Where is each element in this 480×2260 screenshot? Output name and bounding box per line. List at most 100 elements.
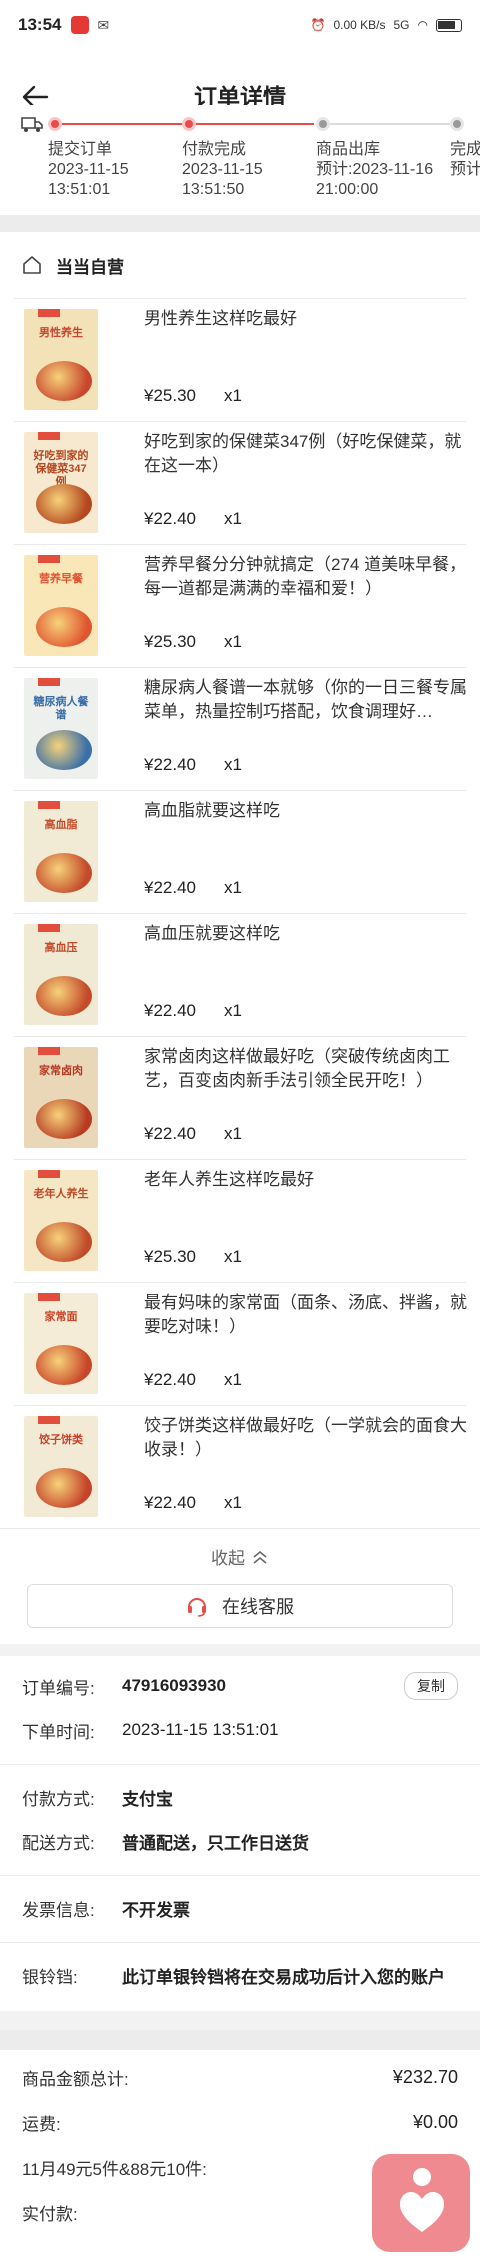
step-date: 预计:2023-11-16 — [316, 161, 434, 178]
item-title[interactable]: 营养早餐分分钟就搞定（274 道美味早餐，每一道都是满满的幸福和爱！） — [144, 553, 468, 601]
order-item[interactable]: 老年人养生 老年人养生这样吃最好 ¥25.30 x1 — [14, 1159, 466, 1282]
step-submit: 提交订单 2023-11-15 13:51:01 — [48, 140, 129, 200]
book-cover[interactable]: 好吃到家的保健菜347例 — [24, 432, 98, 533]
item-title[interactable]: 家常卤肉这样做最好吃（突破传统卤肉工艺，百变卤肉新手法引领全民开吃！） — [144, 1045, 468, 1093]
cover-tag — [38, 1416, 60, 1424]
cover-food-image — [36, 1468, 92, 1508]
progress-line-done — [196, 123, 314, 125]
cover-food-image — [36, 484, 92, 524]
item-title[interactable]: 高血压就要这样吃 — [144, 922, 468, 946]
cover-tag — [38, 309, 60, 317]
step-label: 提交订单 — [48, 141, 113, 158]
step-dot-done — [182, 117, 196, 131]
order-item[interactable]: 高血脂 高血脂就要这样吃 ¥22.40 x1 — [14, 790, 466, 913]
order-item[interactable]: 高血压 高血压就要这样吃 ¥22.40 x1 — [14, 913, 466, 1036]
item-title[interactable]: 老年人养生这样吃最好 — [144, 1168, 468, 1192]
cover-title: 老年人养生 — [33, 1188, 89, 1200]
floating-assistant-button[interactable] — [372, 2154, 470, 2252]
cover-food-image — [36, 1099, 92, 1139]
order-time: 2023-11-15 13:51:01 — [122, 1720, 279, 1739]
item-quantity: x1 — [224, 1124, 242, 1143]
item-title[interactable]: 男性养生这样吃最好 — [144, 307, 468, 331]
step-shipped: 商品出库 预计:2023-11-16 21:00:00 — [316, 140, 433, 200]
divider — [0, 1764, 480, 1765]
section-divider — [0, 215, 480, 232]
book-cover[interactable]: 老年人养生 — [24, 1170, 98, 1271]
headset-icon — [188, 1598, 206, 1617]
item-price: ¥25.30 — [144, 386, 196, 405]
shop-header[interactable]: 当当自营 — [0, 232, 480, 298]
cover-food-image — [36, 730, 92, 770]
order-time-label: 下单时间: — [22, 1722, 95, 1742]
book-cover[interactable]: 高血脂 — [24, 801, 98, 902]
item-quantity: x1 — [224, 755, 242, 774]
divider — [0, 1875, 480, 1876]
silver-bell-row: 银铃铛: 此订单银铃铛将在交易成功后计入您的账户 — [0, 1953, 480, 1997]
payment-value: 支付宝 — [122, 1789, 173, 1809]
delivery-row: 配送方式: 普通配送，只工作日送货 — [0, 1819, 480, 1863]
item-price: ¥25.30 — [144, 1247, 196, 1266]
step-dot-pending — [316, 117, 330, 131]
cover-tag — [38, 801, 60, 809]
truck-icon — [21, 117, 43, 132]
app-notification-icon — [71, 16, 90, 34]
cover-title: 家常卤肉 — [39, 1065, 83, 1077]
home-icon — [23, 256, 41, 274]
order-item[interactable]: 饺子饼类 饺子饼类这样做最好吃（一学就会的面食大收录！） ¥22.40 x1 — [14, 1405, 468, 1528]
invoice-value: 不开发票 — [122, 1900, 190, 1920]
order-time-row: 下单时间: 2023-11-15 13:51:01 — [0, 1708, 480, 1752]
section-divider — [0, 2030, 480, 2050]
goods-total-row: 商品金额总计: ¥232.70 — [0, 2055, 480, 2100]
item-title[interactable]: 高血脂就要这样吃 — [144, 799, 468, 823]
step-label: 完成 — [450, 141, 480, 158]
step-time: 13:51:50 — [182, 181, 245, 198]
freight-value: ¥0.00 — [412, 2112, 458, 2132]
item-quantity: x1 — [224, 632, 242, 651]
book-cover[interactable]: 男性养生 — [24, 309, 98, 410]
book-cover[interactable]: 糖尿病人餐谱 — [24, 678, 98, 779]
cover-tag — [38, 555, 60, 563]
goods-total-value: ¥232.70 — [392, 2067, 458, 2087]
cover-title: 营养早餐 — [39, 573, 83, 585]
progress-line-done — [56, 123, 190, 125]
silver-bell-value: 此订单银铃铛将在交易成功后计入您的账户 — [122, 1967, 445, 1987]
delivery-label: 配送方式: — [22, 1833, 95, 1853]
order-item[interactable]: 营养早餐 营养早餐分分钟就搞定（274 道美味早餐，每一道都是满满的幸福和爱！） ¥… — [14, 544, 466, 667]
book-cover[interactable]: 高血压 — [24, 924, 98, 1025]
item-price: ¥22.40 — [144, 1124, 196, 1143]
copy-button[interactable]: 复制 — [404, 1672, 458, 1700]
step-time: 21:00:00 — [316, 181, 379, 198]
network-label: 5G — [393, 18, 410, 32]
book-cover[interactable]: 家常卤肉 — [24, 1047, 98, 1148]
clock: 13:54 — [18, 15, 62, 34]
order-item[interactable]: 好吃到家的保健菜347例 好吃到家的保健菜347例（好吃保健菜，就在这一本） ¥22… — [14, 421, 466, 544]
book-cover[interactable]: 饺子饼类 — [24, 1416, 98, 1517]
item-title[interactable]: 饺子饼类这样做最好吃（一学就会的面食大收录！） — [144, 1414, 468, 1462]
cover-tag — [38, 924, 60, 932]
order-info: 订单编号: 47916093930 复制 下单时间: 2023-11-15 13… — [0, 1656, 480, 2011]
cover-tag — [38, 1293, 60, 1301]
item-title[interactable]: 糖尿病人餐谱一本就够（你的一日三餐专属菜单，热量控制巧搭配，饮食调理好… — [144, 676, 468, 724]
online-service-button[interactable]: 在线客服 — [27, 1584, 453, 1628]
cover-food-image — [36, 361, 92, 401]
item-quantity: x1 — [224, 1247, 242, 1266]
goods-total-label: 商品金额总计: — [22, 2070, 129, 2089]
collapse-button[interactable]: 收起 — [0, 1528, 480, 1584]
cover-food-image — [36, 607, 92, 647]
item-title[interactable]: 好吃到家的保健菜347例（好吃保健菜，就在这一本） — [144, 430, 468, 478]
order-progress[interactable]: 提交订单 2023-11-15 13:51:01 付款完成 2023-11-15… — [0, 105, 480, 215]
order-item[interactable]: 家常卤肉 家常卤肉这样做最好吃（突破传统卤肉工艺，百变卤肉新手法引领全民开吃！） ¥… — [14, 1036, 466, 1159]
wifi-icon: ◠ — [417, 18, 428, 32]
notification-icon: ✉ — [97, 16, 110, 33]
order-item[interactable]: 家常面 最有妈味的家常面（面条、汤底、拌酱，就要吃对味！） ¥22.40 x1 — [14, 1282, 468, 1405]
battery-icon — [436, 18, 462, 32]
book-cover[interactable]: 营养早餐 — [24, 555, 98, 656]
book-cover[interactable]: 家常面 — [24, 1293, 98, 1394]
order-item[interactable]: 糖尿病人餐谱 糖尿病人餐谱一本就够（你的一日三餐专属菜单，热量控制巧搭配，饮食调理… — [14, 667, 468, 790]
status-bar: 13:54 ✉ ⏰ 0.00 KB/s 5G ◠ — [0, 0, 480, 50]
item-price: ¥25.30 — [144, 632, 196, 651]
shop-section: 当当自营 男性养生 男性养生这样吃最好 ¥25.30 x1 好吃到家的保健菜347例 好吃… — [0, 232, 480, 1644]
order-item[interactable]: 男性养生 男性养生这样吃最好 ¥25.30 x1 — [14, 298, 466, 421]
item-price: ¥22.40 — [144, 755, 196, 774]
item-title[interactable]: 最有妈味的家常面（面条、汤底、拌酱，就要吃对味！） — [144, 1291, 468, 1339]
